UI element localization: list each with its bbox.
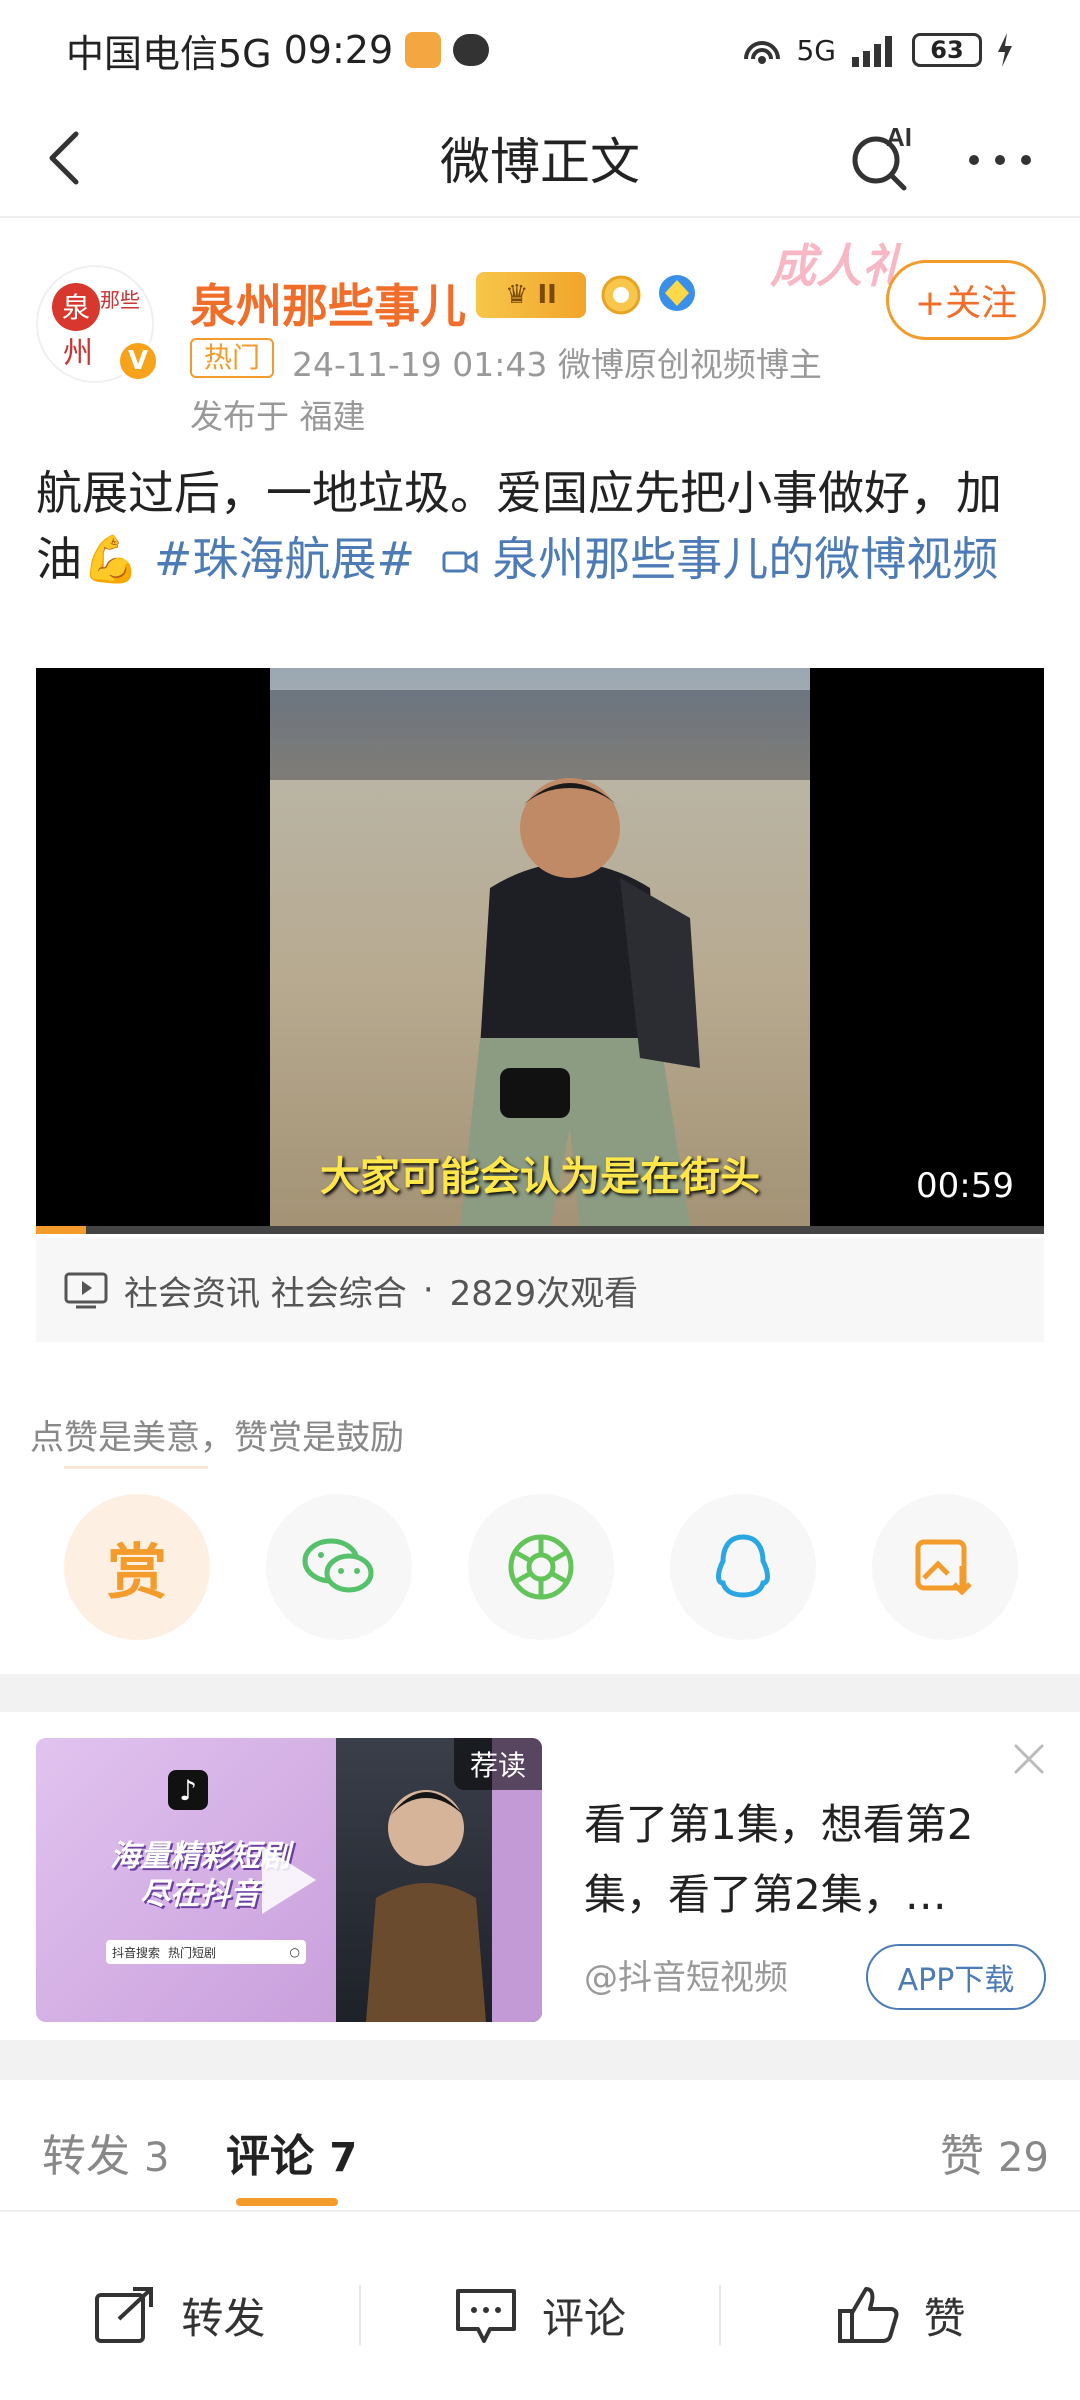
- tab-like-label: 赞: [940, 2131, 984, 2182]
- hot-tag: 热门: [190, 338, 275, 378]
- battery-icon: 63: [912, 33, 982, 67]
- save-image-button[interactable]: [872, 1494, 1018, 1640]
- video-player[interactable]: 大家可能会认为是在街头 00:59: [36, 668, 1044, 1234]
- author-name[interactable]: 泉州那些事儿: [190, 270, 466, 336]
- ai-label: AI: [886, 122, 912, 152]
- ad-recommend-tag: 荐读: [453, 1738, 542, 1790]
- medal-icon[interactable]: [600, 274, 642, 316]
- signal-icon: [852, 36, 892, 67]
- ad-image[interactable]: ♪ 海量精彩短剧 尽在抖音 抖音搜索 热门短剧 ○ 荐读: [36, 1738, 542, 2022]
- tab-comment[interactable]: 评论 7: [226, 2120, 357, 2184]
- video-subtitle: 大家可能会认为是在街头: [320, 1154, 760, 1200]
- ad-title[interactable]: 看了第1集，想看第2集，看了第2集，…: [584, 1790, 1024, 1930]
- tab-comment-count: 7: [329, 2135, 358, 2181]
- tiktok-logo-icon: ♪: [168, 1770, 208, 1810]
- video-info-separator: ·: [422, 1270, 434, 1310]
- notification-app-icon: [405, 32, 442, 68]
- save-image-icon: [915, 1539, 972, 1596]
- ad-image-searchbar: 抖音搜索 热门短剧 ○: [106, 1940, 306, 1964]
- moments-icon: [508, 1534, 574, 1600]
- ad-source[interactable]: @抖音短视频: [584, 1950, 788, 1999]
- comment-button[interactable]: 评论: [361, 2285, 720, 2346]
- nav-bar: 微博正文 AI: [0, 100, 1080, 218]
- video-progress-fill: [36, 1226, 87, 1234]
- active-tab-indicator: [236, 2198, 338, 2206]
- svg-text:那些: 那些: [100, 288, 140, 312]
- ad-searchbar-search-icon: ○: [289, 1945, 300, 1959]
- like-label: 赞: [923, 2293, 966, 2343]
- tab-repost[interactable]: 转发 3: [42, 2120, 169, 2184]
- hotspot-icon: [744, 41, 781, 64]
- share-moments-button[interactable]: [468, 1494, 614, 1640]
- video-category-icon: [64, 1272, 108, 1309]
- share-wechat-button[interactable]: [266, 1494, 412, 1640]
- post-location: 发布于 福建: [190, 397, 366, 436]
- ad-searchbar-left: 抖音搜索: [112, 1945, 161, 1960]
- back-icon[interactable]: [36, 128, 96, 188]
- tab-like[interactable]: 赞 29: [940, 2120, 1049, 2184]
- more-icon[interactable]: [964, 130, 1036, 190]
- bottom-action-bar: 转发 评论 赞: [0, 2230, 1080, 2400]
- qq-icon: [716, 1534, 770, 1598]
- status-left: 中国电信5G 09:29: [66, 23, 490, 78]
- share-qq-button[interactable]: [670, 1494, 816, 1640]
- video-info[interactable]: 社会资讯 社会综合 · 2829次观看: [36, 1238, 1044, 1342]
- ad-card[interactable]: ♪ 海量精彩短剧 尽在抖音 抖音搜索 热门短剧 ○ 荐读 看了第1集，想看第2集…: [0, 1712, 1080, 2040]
- video-views: 2829次观看: [449, 1273, 639, 1314]
- interaction-tabs: 转发 3 评论 7 赞 29: [0, 2080, 1080, 2212]
- tab-repost-count: 3: [144, 2135, 170, 2181]
- video-link-icon[interactable]: [442, 547, 478, 577]
- video-link[interactable]: 泉州那些事儿的微博视频: [492, 532, 998, 586]
- section-divider: [0, 2040, 1080, 2080]
- page-title: 微博正文: [440, 133, 640, 191]
- message-notification-icon: [453, 34, 490, 66]
- status-right: 5G 63: [742, 33, 1014, 67]
- video-duration: 00:59: [916, 1166, 1014, 1206]
- charging-icon: [998, 33, 1012, 67]
- tab-comment-label: 评论: [226, 2131, 314, 2182]
- close-icon[interactable]: [1010, 1740, 1048, 1778]
- post-meta: 24-11-19 01:43 微博原创视频博主: [292, 345, 822, 384]
- battery-level: 63: [930, 36, 964, 64]
- reward-hint: 点赞是美意，赞赏是鼓励: [30, 1418, 404, 1458]
- clock: 09:29: [283, 28, 394, 72]
- video-category: 社会资讯 社会综合: [124, 1273, 407, 1314]
- tab-like-count: 29: [998, 2135, 1049, 2181]
- crown-icon: ♛: [505, 280, 538, 310]
- like-button[interactable]: 赞: [721, 2285, 1080, 2346]
- carrier-label: 中国电信5G: [66, 31, 272, 76]
- comment-icon: [456, 2289, 516, 2343]
- repost-icon: [95, 2287, 154, 2343]
- play-icon: [262, 1846, 316, 1914]
- repost-label: 转发: [181, 2293, 266, 2343]
- post-text: 航展过后，一地垃圾。爱国应先把小事做好，加油💪 #珠海航展# 泉州那些事儿的微博…: [36, 460, 1046, 592]
- share-row: 赏: [0, 1494, 1080, 1640]
- member-level-badge[interactable]: ♛ II: [476, 272, 586, 318]
- thumbs-up-icon: [837, 2287, 899, 2343]
- post-header: 泉 那些 州 V 泉州那些事儿 ♛ II 热门 24-11-19 01:43 微…: [0, 230, 1080, 440]
- ad-searchbar-right: 热门短剧: [168, 1945, 217, 1960]
- ai-search-icon[interactable]: AI: [846, 122, 918, 194]
- member-level: II: [537, 280, 557, 310]
- video-frame: 大家可能会认为是在街头: [270, 668, 810, 1234]
- wechat-icon: [302, 1538, 374, 1593]
- reward-hint-underline: [64, 1466, 208, 1469]
- video-progress-bar[interactable]: [36, 1226, 1044, 1234]
- comment-label: 评论: [542, 2293, 627, 2343]
- repost-button[interactable]: 转发: [0, 2285, 359, 2346]
- svg-text:泉: 泉: [62, 291, 90, 324]
- reward-button[interactable]: 赏: [64, 1494, 210, 1640]
- tab-repost-label: 转发: [42, 2131, 130, 2182]
- reward-button-label: 赏: [107, 1537, 167, 1608]
- blue-verified-icon[interactable]: [656, 272, 698, 314]
- app-download-button[interactable]: APP下载: [866, 1944, 1046, 2010]
- verified-badge: V: [117, 340, 159, 382]
- hashtag-link[interactable]: #珠海航展#: [154, 532, 415, 586]
- section-divider: [0, 1674, 1080, 1712]
- svg-text:州: 州: [63, 336, 93, 371]
- network-type: 5G: [796, 33, 836, 67]
- status-bar: 中国电信5G 09:29 5G 63: [0, 0, 1080, 100]
- follow-button[interactable]: +关注: [886, 260, 1046, 340]
